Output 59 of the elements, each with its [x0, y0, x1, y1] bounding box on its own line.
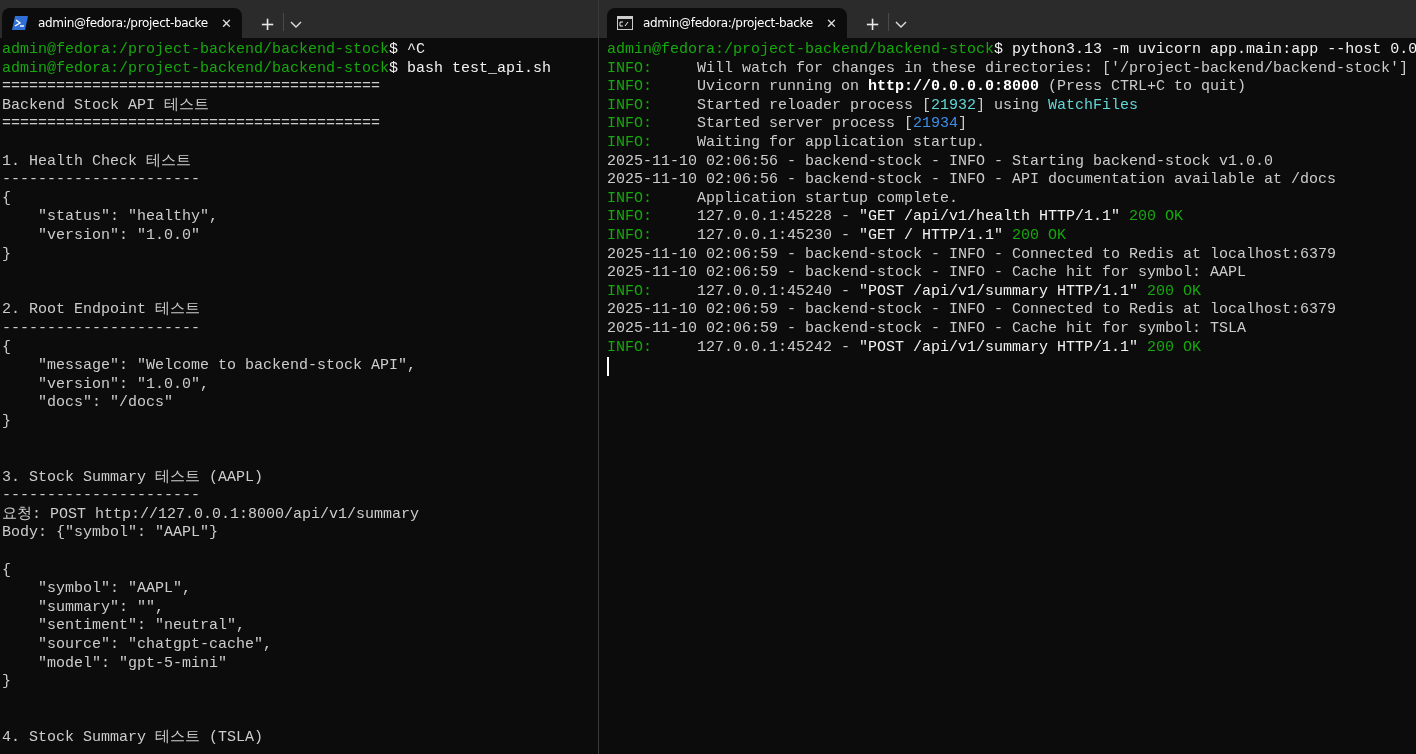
terminal-line: Backend Stock API 테스트 [2, 96, 210, 116]
terminal-line: ========================================== [2, 115, 381, 134]
terminal-line: 2025-11-10 02:06:59 - backend-stock - INFO - Cache hit for symbol: TSLA [607, 319, 1247, 339]
terminal-line: 2025-11-10 02:06:56 - backend-stock - INFO - API documentation available at /docs [607, 171, 1337, 190]
terminal-line: INFO: 127.0.0.1:45230 - "GET / HTTP/1.1" 200 OK [607, 226, 1067, 246]
terminal-line: INFO: Uvicorn running on http://0.0.0.0:8000 (Press CTRL+C to quit) [607, 78, 1247, 97]
terminal-tab[interactable]: admin@fedora:/project-backe ✕ [607, 8, 847, 38]
close-button[interactable]: ✕ [221, 15, 232, 31]
terminal-line: "version": "1.0.0", [37, 375, 210, 395]
terminal-line: 1. Health Check 테스트 [2, 152, 192, 172]
terminal-line: admin@fedora:/project-backend/backend-stock$ ^C [2, 41, 426, 60]
terminal-line: } [2, 673, 11, 692]
terminal-line: "version": "1.0.0" [37, 226, 201, 246]
terminal-line: { [2, 561, 11, 581]
terminal-line: "message": "Welcome to backend-stock API", [37, 357, 417, 376]
new-tab-button[interactable]: + [857, 8, 889, 38]
new-tab-button[interactable]: + [252, 8, 284, 38]
chevron-down-icon[interactable] [290, 21, 303, 29]
terminal-line: 2025-11-10 02:06:59 - backend-stock - INFO - Connected to Redis at localhost:6379 [607, 245, 1337, 265]
terminal-line: INFO: 127.0.0.1:45242 - "POST /api/v1/summary HTTP/1.1" 200 OK [607, 338, 1202, 358]
terminal-line: 2025-11-10 02:06:59 - backend-stock - INFO - Connected to Redis at localhost:6379 [607, 301, 1337, 320]
terminal-icon [617, 16, 633, 30]
terminal-line: ========================================== [2, 78, 381, 97]
terminal-line: "model": "gpt-5-mini" [37, 654, 228, 674]
terminal-line: "symbol": "AAPL", [37, 580, 192, 599]
terminal-line: 3. Stock Summary 테스트 (AAPL) [2, 468, 264, 488]
terminal-line: Body: {"symbol": "AAPL"} [2, 524, 219, 544]
terminal-line: 2025-11-10 02:06:59 - backend-stock - INFO - Cache hit for symbol: AAPL [607, 264, 1247, 283]
terminal-icon [12, 16, 28, 30]
terminal-line: } [2, 412, 11, 432]
terminal-line: INFO: Waiting for application startup. [607, 133, 986, 153]
tab-title: admin@fedora:/project-backe [38, 16, 209, 30]
terminal-line: 요청: POST http://127.0.0.1:8000/api/v1/summary [2, 505, 420, 525]
terminal-line: "summary": "", [37, 598, 165, 618]
terminal-line: ---------------------- [2, 487, 201, 506]
close-button[interactable]: ✕ [826, 15, 837, 31]
terminal-line: ---------------------- [2, 319, 201, 339]
terminal-line: { [2, 338, 11, 358]
terminal-line: 2025-11-10 02:06:56 - backend-stock - INFO - Starting backend-stock v1.0.0 [607, 152, 1274, 172]
terminal-line: INFO: Will watch for changes in these directories: ['/project-backend/backend-stock'] [607, 59, 1409, 79]
terminal-line: INFO: 127.0.0.1:45228 - "GET /api/v1/health HTTP/1.1" 200 OK [607, 208, 1184, 227]
terminal-line: 2. Root Endpoint 테스트 [2, 301, 201, 320]
terminal-line: "status": "healthy", [37, 208, 219, 227]
terminal-line: "source": "chatgpt-cache", [37, 636, 273, 655]
terminal-line: INFO: 127.0.0.1:45240 - "POST /api/v1/summary HTTP/1.1" 200 OK [607, 282, 1202, 302]
terminal-line: admin@fedora:/project-backend/backend-stock$ bash test_api.sh [2, 59, 552, 79]
terminal-line: 4. Stock Summary 테스트 (TSLA) [2, 728, 264, 748]
tab-title: admin@fedora:/project-backe [643, 16, 814, 30]
terminal-line: ---------------------- [2, 171, 201, 190]
terminal-tab[interactable]: admin@fedora:/project-backe ✕ [2, 8, 242, 38]
terminal-line: INFO: Started server process [21934] [607, 115, 968, 134]
terminal-line: INFO: Application startup complete. [607, 189, 959, 209]
terminal-line: admin@fedora:/project-backend/backend-stock$ python3.13 -m uvicorn app.main:app --host 0.0 [607, 41, 1416, 60]
terminal-line: INFO: Started reloader process [21932] using WatchFiles [607, 96, 1139, 116]
chevron-down-icon[interactable] [895, 21, 908, 29]
terminal-line: "docs": "/docs" [37, 394, 174, 413]
terminal-line: "sentiment": "neutral", [37, 617, 246, 636]
terminal-line: { [2, 189, 11, 209]
terminal-line: } [2, 245, 11, 265]
